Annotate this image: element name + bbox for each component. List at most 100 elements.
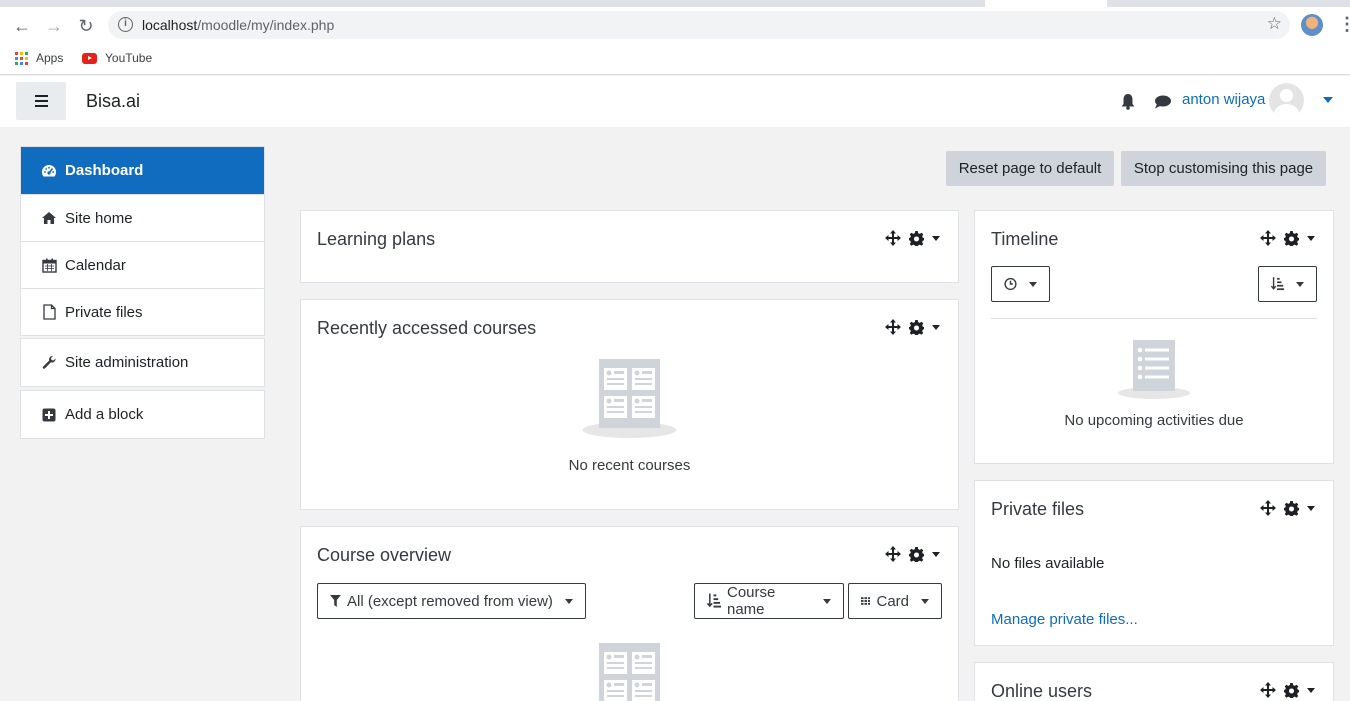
address-url[interactable]: localhost/moodle/my/index.php [142,17,334,33]
block-title: Recently accessed courses [317,318,537,338]
course-sort-label: Course name [727,584,776,618]
chevron-down-icon[interactable] [1307,505,1315,511]
block-controls [885,546,940,562]
drawer-admin-group: Site administration [20,338,265,387]
drawer-item-dashboard[interactable]: Dashboard [21,147,264,194]
bookmark-label: Apps [36,51,64,65]
back-arrow-icon[interactable]: ← [11,15,33,37]
clock-icon [1004,277,1017,291]
chevron-down-icon[interactable] [1323,97,1333,103]
chevron-down-icon [921,598,929,604]
block-course-overview: Course overview All (except removed from… [300,526,959,701]
gear-icon[interactable] [909,546,924,562]
block-title: Private files [991,499,1085,519]
drawer-toggle-button[interactable] [16,82,66,120]
move-icon[interactable] [1260,500,1276,516]
move-icon[interactable] [885,230,901,246]
calendar-icon [41,257,57,273]
move-icon[interactable] [885,319,901,335]
course-sort-dropdown[interactable]: Course name [694,583,844,619]
drawer-block-group: Add a block [20,390,265,439]
chevron-down-icon[interactable] [932,551,940,557]
main-region: Reset page to default Stop customising t… [285,127,1350,701]
url-host: localhost [142,17,198,33]
chevron-down-icon[interactable] [932,235,940,241]
courses-empty-illustration [582,359,677,438]
move-icon[interactable] [1260,230,1276,246]
timeline-sort-button[interactable] [1258,266,1317,302]
empty-state-text: No upcoming activities due [1064,412,1244,429]
block-online-users: Online users [974,662,1334,701]
forward-arrow-icon[interactable]: → [43,15,65,37]
bookmark-youtube[interactable]: YouTube [82,51,152,65]
chevron-down-icon [1296,281,1304,287]
bookmark-label: YouTube [105,51,153,65]
course-filter-label: All (except removed from view) [347,592,553,610]
active-browser-tab[interactable] [985,0,1107,7]
address-bar[interactable]: i localhost/moodle/my/index.php ☆ [108,11,1290,39]
gear-icon[interactable] [1284,230,1299,246]
gear-icon[interactable] [1284,500,1299,516]
apps-grid-icon [15,51,28,65]
grid-icon [861,597,871,605]
chevron-down-icon [1029,281,1037,287]
timeline-empty-illustration [1118,340,1190,399]
block-controls [885,319,940,335]
course-view-label: Card [876,592,909,610]
chevron-down-icon[interactable] [1307,687,1315,693]
home-icon [41,210,57,226]
sort-icon [1271,277,1284,291]
bell-icon[interactable] [1120,93,1136,110]
chevron-down-icon [564,598,573,604]
block-controls [885,230,940,246]
file-icon [41,304,57,320]
drawer-item-private-files[interactable]: Private files [21,288,264,335]
gear-icon[interactable] [909,319,924,335]
reset-page-button[interactable]: Reset page to default [946,151,1114,186]
bookmark-star-icon[interactable]: ☆ [1267,14,1282,34]
nav-drawer: Dashboard Site home Calendar Private fil… [0,127,285,701]
site-brand[interactable]: Bisa.ai [86,91,140,112]
move-icon[interactable] [1260,682,1276,698]
stop-customising-button[interactable]: Stop customising this page [1121,151,1326,186]
youtube-icon [82,52,97,64]
manage-private-files-link[interactable]: Manage private files... [991,611,1138,628]
no-files-text: No files available [991,555,1105,572]
browser-profile-icon[interactable] [1301,14,1323,36]
drawer-item-site-administration[interactable]: Site administration [21,339,264,386]
block-title: Timeline [991,229,1059,249]
chevron-down-icon[interactable] [1307,235,1315,241]
move-icon[interactable] [885,546,901,562]
browser-tab-strip [0,0,1350,7]
avatar[interactable] [1269,83,1304,118]
drawer-item-add-block[interactable]: Add a block [21,391,264,438]
dashboard-icon [41,163,57,179]
timeline-date-filter-button[interactable] [991,266,1050,302]
site-navbar: Bisa.ai anton wijaya [0,76,1350,127]
course-view-dropdown[interactable]: Card [848,583,942,619]
user-menu-name[interactable]: anton wijaya [1182,91,1265,108]
site-info-icon[interactable]: i [118,17,133,32]
drawer-item-label: Add a block [65,406,144,423]
chevron-down-icon [823,598,831,604]
drawer-item-label: Dashboard [65,162,144,179]
gear-icon[interactable] [909,230,924,246]
block-title: Course overview [317,545,452,565]
chevron-down-icon[interactable] [932,324,940,330]
plus-square-icon [41,407,57,423]
reload-icon[interactable]: ↻ [75,15,97,37]
courses-empty-illustration [599,643,660,701]
course-filter-dropdown[interactable]: All (except removed from view) [317,583,586,619]
block-learning-plans: Learning plans [300,210,959,283]
drawer-item-site-home[interactable]: Site home [21,194,264,241]
browser-menu-icon[interactable]: ⋮ [1338,14,1350,35]
bookmark-apps[interactable]: Apps [15,51,63,65]
gear-icon[interactable] [1284,682,1299,698]
block-recent-courses: Recently accessed courses No recent cour… [300,299,959,510]
bookmarks-bar: Apps YouTube [0,44,1350,75]
drawer-item-label: Calendar [65,256,126,274]
chat-icon[interactable] [1154,95,1172,109]
block-timeline: Timeline No upcoming activities due [974,210,1334,464]
block-title: Online users [991,681,1093,701]
drawer-item-calendar[interactable]: Calendar [21,241,264,288]
